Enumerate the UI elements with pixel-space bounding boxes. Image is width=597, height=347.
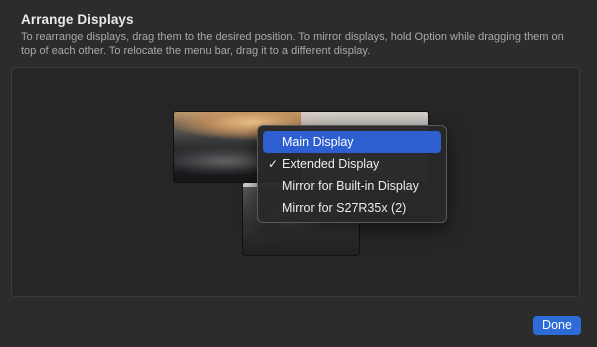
arrange-displays-sheet: Arrange Displays To rearrange displays, … (0, 0, 597, 347)
menu-item-main-display[interactable]: Main Display (263, 131, 441, 153)
menu-item-label: Mirror for Built-in Display (282, 179, 419, 193)
checkmark-icon: ✓ (268, 157, 279, 171)
menu-item-label: Mirror for S27R35x (2) (282, 201, 407, 215)
display-context-menu: Main Display ✓ Extended Display Mirror f… (257, 125, 447, 223)
done-button[interactable]: Done (533, 316, 581, 335)
menu-item-label: Main Display (282, 135, 354, 149)
menu-item-mirror-s27r35x[interactable]: Mirror for S27R35x (2) (263, 197, 441, 219)
dialog-title: Arrange Displays (21, 12, 134, 27)
menu-item-extended-display[interactable]: ✓ Extended Display (263, 153, 441, 175)
dialog-subtitle: To rearrange displays, drag them to the … (21, 31, 564, 57)
menu-item-mirror-built-in[interactable]: Mirror for Built-in Display (263, 175, 441, 197)
menu-item-label: Extended Display (282, 157, 380, 171)
